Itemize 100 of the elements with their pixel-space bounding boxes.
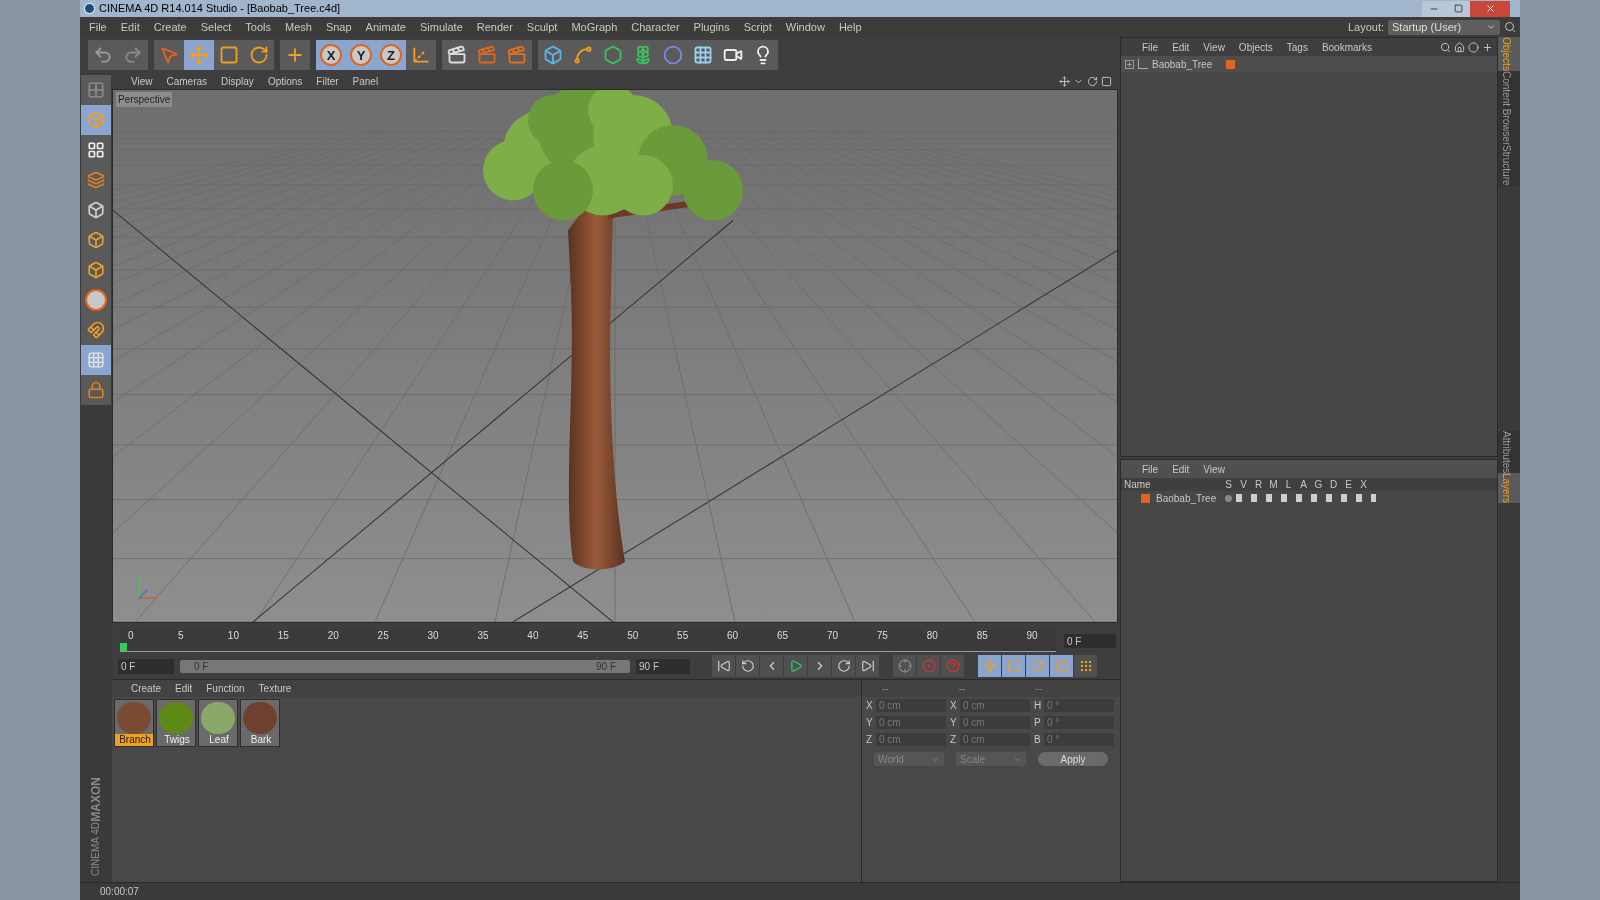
frame-label: 5 bbox=[176, 630, 184, 642]
menu-item[interactable]: Window bbox=[778, 18, 832, 36]
tool-button[interactable]: Y bbox=[346, 40, 376, 70]
menu-item[interactable]: Plugins bbox=[686, 18, 737, 36]
tool-button[interactable] bbox=[244, 40, 274, 70]
menu-item[interactable]: Objects bbox=[1231, 39, 1280, 55]
tool-button[interactable]: X bbox=[316, 40, 346, 70]
maximize-button[interactable] bbox=[1446, 0, 1470, 17]
menu-item[interactable]: View bbox=[124, 73, 160, 89]
window-title: CINEMA 4D R14.014 Studio - [Baobab_Tree.c4d] bbox=[99, 1, 341, 17]
menu-item[interactable]: MoGraph bbox=[564, 18, 625, 36]
menu-item[interactable]: Filter bbox=[309, 73, 346, 89]
playback-button[interactable] bbox=[784, 655, 807, 677]
material-swatch[interactable]: Branch bbox=[114, 699, 154, 747]
playback-button[interactable] bbox=[736, 655, 759, 677]
menu-item[interactable]: Edit bbox=[168, 681, 200, 696]
menu-item[interactable]: Help bbox=[831, 18, 869, 36]
tool-button[interactable] bbox=[81, 135, 111, 165]
menu-item[interactable]: View bbox=[1196, 39, 1232, 55]
menu-item[interactable]: View bbox=[1196, 461, 1232, 477]
menu-item[interactable]: Function bbox=[199, 681, 252, 696]
playback-button[interactable] bbox=[760, 655, 783, 677]
apply-button[interactable]: Apply bbox=[1038, 752, 1108, 766]
menu-item[interactable]: Options bbox=[260, 73, 310, 89]
menu-item[interactable]: Create bbox=[124, 681, 168, 696]
frame-label: 40 bbox=[526, 630, 539, 642]
expand-icon[interactable] bbox=[1125, 59, 1134, 69]
menu-item[interactable]: Bookmarks bbox=[1314, 39, 1379, 55]
end-frame-field[interactable]: 90 F bbox=[636, 658, 690, 674]
home-icon[interactable] bbox=[1454, 41, 1465, 53]
menu-item[interactable]: Character bbox=[624, 18, 687, 36]
playback-button[interactable] bbox=[832, 655, 855, 677]
record-button[interactable] bbox=[941, 655, 964, 677]
tool-button[interactable] bbox=[81, 375, 111, 405]
menu-item[interactable]: Animate bbox=[358, 18, 413, 36]
pan-icon[interactable] bbox=[1059, 75, 1070, 87]
side-tab[interactable]: Content Browser bbox=[1498, 70, 1520, 146]
side-tab[interactable]: Structure bbox=[1498, 145, 1520, 186]
layout-label: Layout: bbox=[1347, 19, 1384, 35]
menu-item[interactable]: File bbox=[1135, 461, 1166, 477]
menu-item[interactable]: File bbox=[1135, 39, 1166, 55]
record-button[interactable] bbox=[917, 655, 940, 677]
record-button[interactable] bbox=[893, 655, 916, 677]
menu-item[interactable]: Tags bbox=[1279, 39, 1315, 55]
tool-button[interactable] bbox=[81, 315, 111, 345]
playback-button[interactable] bbox=[712, 655, 735, 677]
material-swatch[interactable]: Twigs bbox=[156, 699, 196, 747]
menu-item[interactable]: Script bbox=[736, 18, 779, 36]
close-button[interactable] bbox=[1470, 0, 1510, 17]
grid-icon bbox=[87, 351, 105, 369]
tool-button[interactable] bbox=[280, 40, 310, 70]
tool-button[interactable] bbox=[406, 40, 436, 70]
key-tool-button[interactable] bbox=[1074, 655, 1097, 677]
menu-item[interactable]: Simulate bbox=[412, 18, 470, 36]
tool-button[interactable]: Z bbox=[376, 40, 406, 70]
new-view-icon[interactable] bbox=[1482, 41, 1493, 53]
menu-item[interactable]: File bbox=[82, 18, 114, 36]
object-name[interactable]: Baobab_Tree bbox=[1152, 56, 1222, 72]
skip-back-icon bbox=[716, 659, 731, 673]
menu-item[interactable]: Mesh bbox=[278, 18, 319, 36]
frame-label: 65 bbox=[775, 630, 789, 642]
tool-button[interactable] bbox=[442, 40, 472, 70]
maximize-view-icon[interactable] bbox=[1101, 75, 1112, 87]
material-swatch[interactable]: Bark bbox=[240, 699, 280, 747]
menu-item[interactable]: Sculpt bbox=[519, 18, 565, 36]
menu-item[interactable]: Texture bbox=[251, 681, 299, 696]
tool-button[interactable] bbox=[748, 40, 778, 70]
start-frame-field[interactable]: 0 F bbox=[118, 658, 174, 674]
prev-key-icon bbox=[740, 659, 755, 673]
menu-item[interactable]: Edit bbox=[1165, 461, 1197, 477]
side-tab[interactable]: Attributes bbox=[1498, 430, 1520, 474]
menu-item[interactable]: Panel bbox=[345, 73, 386, 89]
search-icon[interactable] bbox=[1440, 41, 1451, 53]
menu-item[interactable]: Select bbox=[193, 18, 239, 36]
next-key-icon bbox=[836, 659, 851, 673]
search-icon[interactable] bbox=[1504, 21, 1516, 33]
menu-item[interactable]: Snap bbox=[318, 18, 359, 36]
side-tab[interactable]: Objects bbox=[1498, 37, 1520, 71]
layer-name[interactable]: Baobab_Tree bbox=[1156, 490, 1221, 506]
menu-item[interactable]: Render bbox=[469, 18, 520, 36]
menu-item[interactable]: Edit bbox=[1165, 39, 1197, 55]
minimize-button[interactable] bbox=[1422, 0, 1446, 17]
menu-item[interactable]: Display bbox=[214, 73, 261, 89]
playback-button[interactable] bbox=[856, 655, 879, 677]
tool-button[interactable] bbox=[88, 40, 118, 70]
menu-item[interactable]: Edit bbox=[113, 18, 147, 36]
material-swatch[interactable]: Leaf bbox=[198, 699, 238, 747]
frame-label: 35 bbox=[476, 630, 489, 642]
frame-label: 80 bbox=[925, 630, 938, 642]
playback-button[interactable] bbox=[808, 655, 831, 677]
menu-item[interactable]: Create bbox=[146, 18, 194, 36]
tool-button[interactable] bbox=[538, 40, 568, 70]
layout-dropdown[interactable]: Startup (User) bbox=[1388, 19, 1500, 35]
current-frame-field[interactable]: 0 F bbox=[1064, 634, 1116, 648]
orbit-icon[interactable] bbox=[1087, 75, 1098, 87]
side-tab[interactable]: Layers bbox=[1498, 473, 1520, 504]
tool-button[interactable] bbox=[214, 40, 244, 70]
move-icon bbox=[982, 659, 997, 673]
menu-item[interactable]: Cameras bbox=[159, 73, 215, 89]
menu-item[interactable]: Tools bbox=[238, 18, 278, 36]
